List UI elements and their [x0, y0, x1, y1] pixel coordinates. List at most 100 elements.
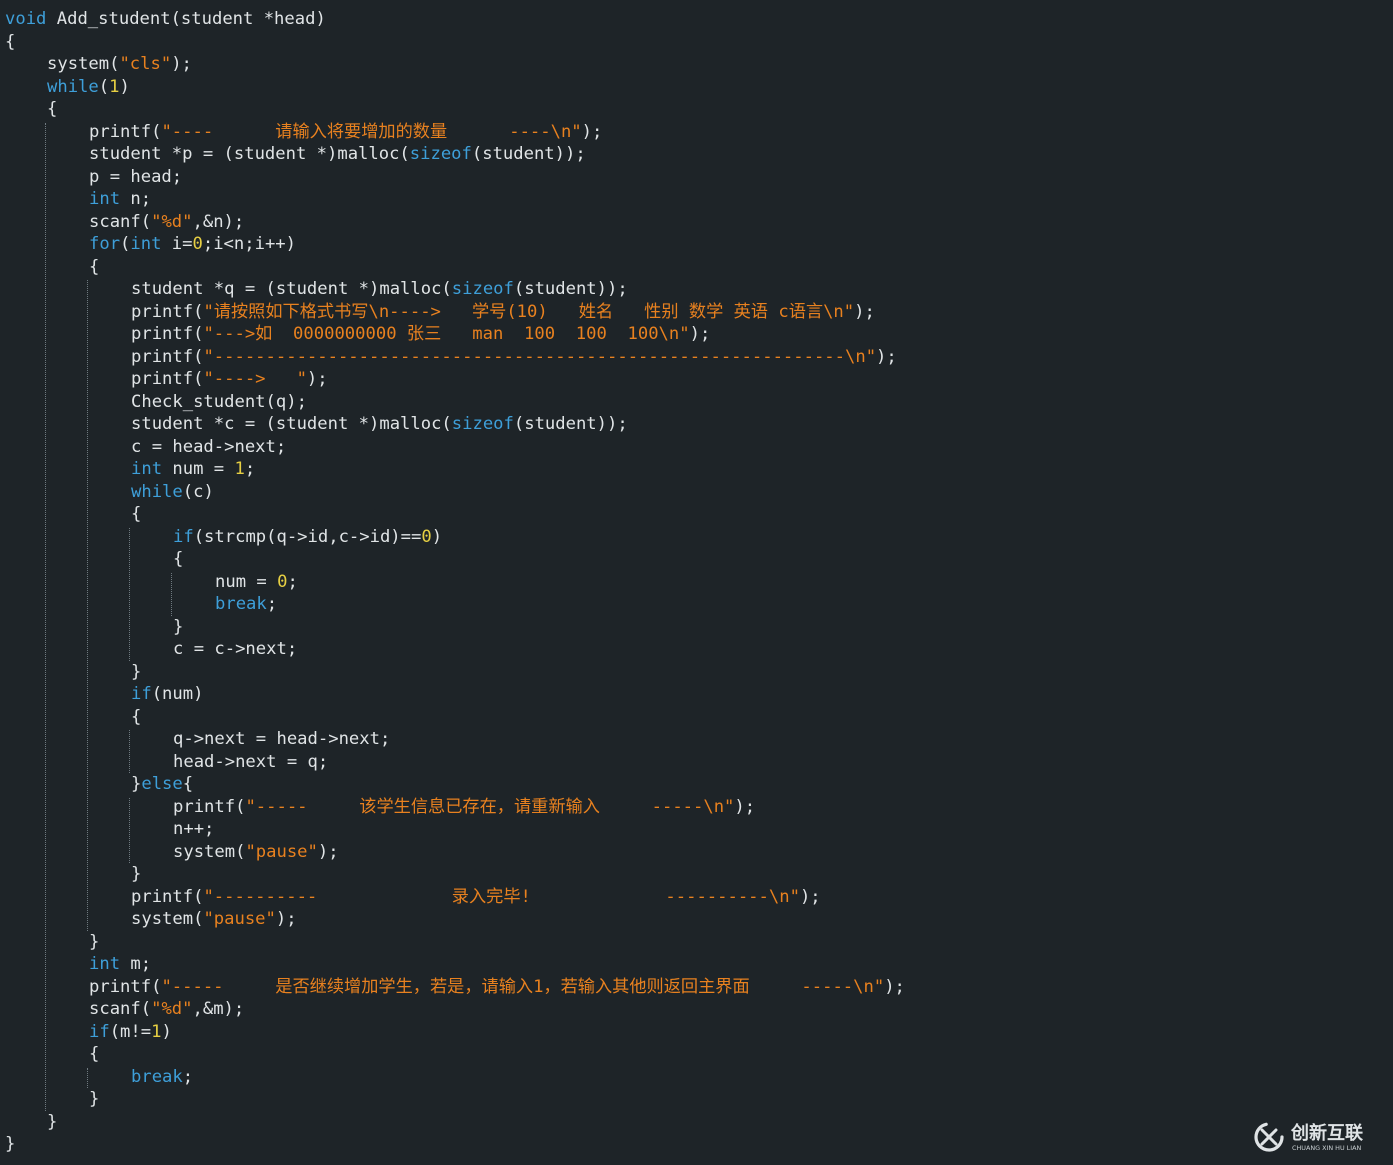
code-token: student *q = (student *)malloc( — [131, 279, 452, 299]
code-line: Check_student(q); — [131, 391, 307, 414]
code-token: scanf( — [89, 999, 152, 1019]
code-line: scanf("%d",&m); — [89, 998, 244, 1021]
code-token: ); — [581, 121, 603, 142]
code-line: printf("----> "); — [131, 368, 328, 391]
code-token: printf( — [131, 886, 204, 907]
code-token: ) — [431, 526, 443, 547]
code-line: printf("请按照如下格式书写\n----> 学号(10) 姓名 性别 数学… — [131, 301, 875, 324]
brand-logo-icon: 创新互联 CHUANG XIN HU LIAN — [1254, 1122, 1363, 1152]
code-token: Add_student(student *head) — [46, 9, 326, 29]
code-token: sizeof — [409, 144, 472, 164]
code-token: 0 — [277, 571, 288, 592]
code-line: } — [131, 661, 141, 684]
indent-guide-line — [45, 122, 46, 1111]
code-token: { — [131, 504, 142, 524]
code-token: system( — [47, 54, 120, 74]
code-token: "----- 是否继续增加学生，若是，请输入1，若输入其他则返回主界面 ----… — [161, 976, 885, 997]
code-token: m; — [120, 954, 152, 974]
code-token: while — [47, 76, 99, 97]
code-token: int — [89, 189, 121, 209]
code-token: } — [131, 774, 142, 794]
code-token: num = — [162, 459, 235, 479]
code-token: ( — [98, 76, 110, 97]
code-line: while(c) — [131, 481, 214, 504]
code-line: { — [5, 31, 15, 54]
code-token: ,&m); — [192, 999, 245, 1019]
code-token: p = head; — [89, 166, 183, 187]
code-token: { — [5, 31, 16, 52]
code-line: student *p = (student *)malloc(sizeof(st… — [89, 143, 586, 166]
code-token: scanf( — [89, 211, 152, 232]
code-token: "cls" — [119, 54, 172, 74]
code-line: { — [47, 98, 57, 121]
code-line: p = head; — [89, 166, 182, 189]
code-token: num = — [215, 571, 278, 592]
code-token: break — [131, 1066, 183, 1087]
code-token: n++; — [173, 819, 215, 839]
code-line: student *c = (student *)malloc(sizeof(st… — [131, 413, 628, 436]
code-token: { — [89, 1044, 100, 1064]
code-token: (c) — [182, 481, 214, 502]
code-line: } — [89, 1088, 99, 1111]
code-line: system("pause"); — [173, 841, 339, 864]
code-token: break — [215, 594, 267, 614]
code-token: { — [89, 256, 100, 277]
code-token: ; — [182, 1066, 194, 1087]
code-token: "--->如 0000000000 张三 man 100 100 100\n" — [203, 324, 690, 344]
code-token: ) — [119, 76, 130, 97]
code-token: printf( — [131, 369, 204, 389]
code-line: } — [5, 1133, 15, 1156]
code-line: if(num) — [131, 683, 203, 706]
code-token: int — [131, 459, 163, 479]
code-line: }else{ — [131, 773, 193, 796]
code-line: void Add_student(student *head) — [5, 8, 326, 31]
code-token: printf( — [89, 121, 162, 142]
code-line: } — [89, 931, 99, 954]
code-token: i= — [161, 234, 193, 254]
code-token: printf( — [131, 324, 204, 344]
code-token: "%d" — [151, 211, 193, 232]
code-line: printf("---- 请输入将要增加的数量 ----\n"); — [89, 121, 602, 144]
code-line: if(strcmp(q->id,c->id)==0) — [173, 526, 442, 549]
code-token: q->next = head->next; — [173, 729, 391, 749]
code-line: break; — [131, 1066, 193, 1089]
code-line: c = head->next; — [131, 436, 286, 459]
code-token: student *c = (student *)malloc( — [131, 414, 452, 434]
code-token: int — [89, 954, 121, 974]
code-token: "----> " — [203, 369, 307, 389]
code-token: ); — [306, 369, 328, 389]
code-token: ; — [244, 459, 256, 479]
code-line: printf("---------- 录入完毕! ----------\n"); — [131, 886, 821, 909]
code-token: Check_student(q); — [131, 391, 307, 412]
code-token: if — [173, 526, 194, 547]
code-line: for(int i=0;i<n;i++) — [89, 233, 296, 256]
code-line: if(m!=1) — [89, 1021, 172, 1044]
code-token: 0 — [192, 234, 203, 254]
code-token: ); — [171, 54, 192, 74]
code-line: num = 0; — [215, 571, 298, 594]
code-line: c = c->next; — [173, 638, 297, 661]
code-token: } — [89, 931, 100, 952]
code-line: int num = 1; — [131, 458, 255, 481]
code-token: (m!= — [109, 1021, 152, 1042]
code-token: printf( — [173, 796, 246, 817]
code-line: { — [89, 1043, 99, 1066]
code-token: head->next = q; — [173, 751, 329, 772]
code-token: ); — [854, 301, 875, 322]
code-editor[interactable]: void Add_student(student *head){system("… — [0, 0, 1393, 1165]
code-line: int m; — [89, 953, 151, 976]
code-line: int n; — [89, 188, 151, 211]
code-token: { — [47, 99, 58, 119]
code-line: student *q = (student *)malloc(sizeof(st… — [131, 278, 628, 301]
code-token: 1 — [234, 459, 245, 479]
code-token: "---------------------------------------… — [203, 346, 877, 367]
code-token: { — [131, 706, 142, 727]
code-token: ); — [734, 796, 756, 817]
code-token: printf( — [131, 346, 204, 367]
code-token: "%d" — [151, 999, 193, 1019]
code-token: } — [5, 1134, 16, 1154]
code-token: system( — [173, 841, 246, 862]
code-token: } — [131, 661, 142, 682]
indent-guide-line — [129, 797, 130, 863]
code-token: printf( — [131, 301, 204, 322]
